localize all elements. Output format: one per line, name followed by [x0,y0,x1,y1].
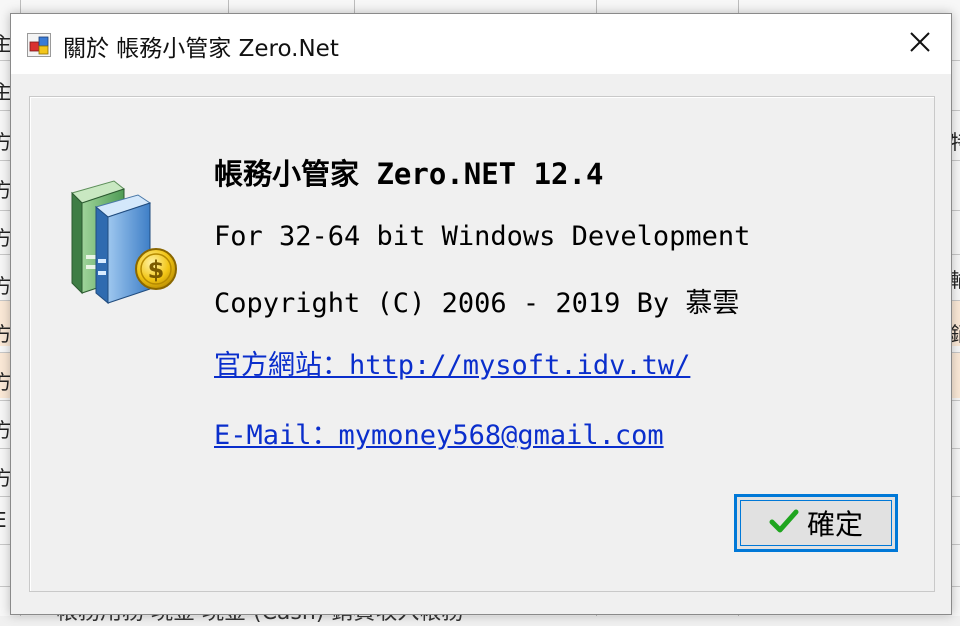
books-dollar-icon: $ [62,175,192,305]
bg-cell-fragment: E [0,508,7,532]
product-name: 帳務小管家 Zero.NET 12.4 [214,157,604,191]
dialog-client-area: $ 帳務小管家 Zero.NET 12.4 For 32-64 bit Wind… [11,74,951,614]
svg-text:$: $ [148,256,165,284]
about-dialog: 關於 帳務小管家 Zero.Net $ 帳務小管家 Zero.NET 12.4 … [10,13,952,615]
focus-rectangle [740,500,892,546]
dialog-title: 關於 帳務小管家 Zero.Net [63,36,339,62]
info-group-box: $ 帳務小管家 Zero.NET 12.4 For 32-64 bit Wind… [29,96,935,592]
app-icon [27,33,51,57]
close-icon [909,31,931,57]
website-link[interactable]: 官方網站：http://mysoft.idv.tw/ [214,343,690,382]
title-bar[interactable]: 關於 帳務小管家 Zero.Net [11,14,951,74]
email-link[interactable]: E-Mail：mymoney568@gmail.com [214,413,664,452]
platform-text: For 32-64 bit Windows Development [214,221,751,252]
copyright-text: Copyright (C) 2006 - 2019 By 慕雲 [214,288,740,319]
close-button[interactable] [889,14,951,74]
ok-button[interactable]: 確定 [734,494,898,552]
